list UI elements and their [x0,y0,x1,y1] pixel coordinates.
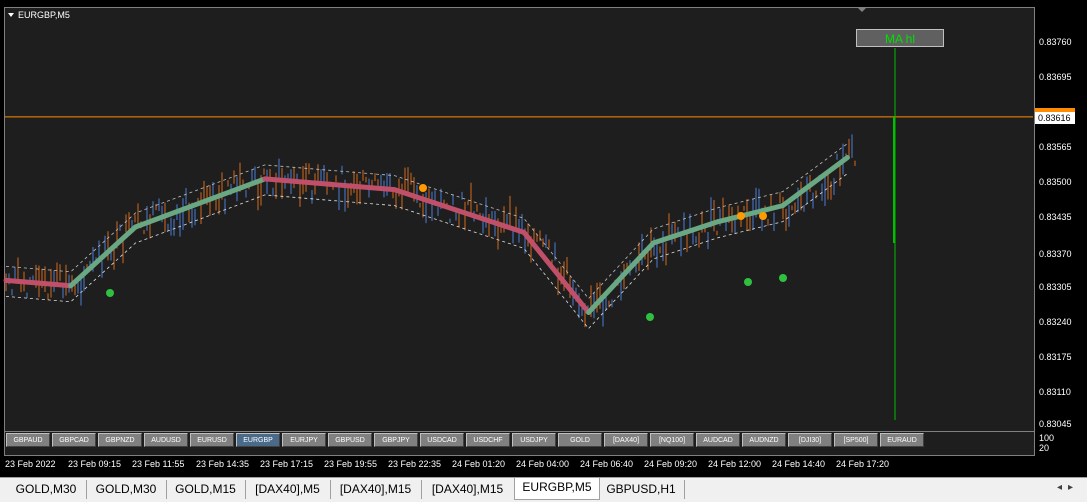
time-tick-label: 23 Feb 09:15 [68,459,122,469]
price-tick-label: 0.83110 [1039,387,1071,397]
signal-dot [646,313,654,321]
symbol-button-nq100[interactable]: [NQ100] [650,433,694,447]
time-tick-label: 24 Feb 01:20 [452,459,506,469]
tab--dax40--m15[interactable]: [DAX40],M15 [330,480,422,499]
time-tick-label: 24 Feb 14:40 [772,459,826,469]
time-tick-label: 24 Feb 17:20 [836,459,890,469]
price-tick-label: 0.83760 [1039,37,1072,47]
price-tick-label: 0.83175 [1039,352,1072,362]
symbol-button-usdchf[interactable]: USDCHF [466,433,510,447]
time-tick-label: 23 Feb 14:35 [196,459,250,469]
chart-tabs-bar: ◂▸ GOLD,M30 GOLD,M30 GOLD,M15 [DAX40],M5 [DA… [0,477,1087,502]
tab-gbpusd-h1[interactable]: GBPUSD,H1 [598,480,685,499]
ma-line-segment [68,224,138,289]
symbol-button-sp500[interactable]: [SP500] [834,433,878,447]
shift-triangle-icon [858,8,866,12]
symbol-button-audnzd[interactable]: AUDNZD [742,433,786,447]
ma-indicator-label[interactable]: MA hl [856,29,944,47]
lower-envelope-line [5,173,848,330]
ma-line-segment [262,176,333,187]
time-tick-label: 23 Feb 19:55 [324,459,378,469]
price-tick-label: 0.83565 [1039,142,1072,152]
price-tick-label: 0.83370 [1039,249,1072,259]
ma-line-segment [3,277,74,289]
tab-gold-m30[interactable]: GOLD,M30 [6,480,87,499]
symbol-button-gbpnzd[interactable]: GBPNZD [98,433,142,447]
price-tick-label: 0.83435 [1039,212,1072,222]
time-tick-label: 23 Feb 11:55 [132,459,185,469]
collapse-triangle-icon[interactable] [8,13,14,17]
chart-title: EURGBP,M5 [8,10,70,20]
signal-dot [779,274,787,282]
price-tick-label: 0.83305 [1039,282,1072,292]
symbol-button-gbpcad[interactable]: GBPCAD [52,433,96,447]
tab-eurgbp-m5[interactable]: EURGBP,M5 [514,478,600,500]
ma-line-segment [391,187,462,214]
symbol-button-usdcad[interactable]: USDCAD [420,433,464,447]
time-tick-label: 24 Feb 12:00 [708,459,762,469]
time-tick-label: 23 Feb 17:15 [260,459,314,469]
tab--dax40--m5[interactable]: [DAX40],M5 [245,480,331,499]
ma-line-segment [456,208,527,235]
symbol-button-eurusd[interactable]: EURUSD [190,433,234,447]
time-tick-label: 24 Feb 09:20 [644,459,698,469]
symbol-button-usdjpy[interactable]: USDJPY [512,433,556,447]
tab-gold-m15[interactable]: GOLD,M15 [166,480,246,499]
time-tick-label: 23 Feb 2022 [5,459,56,469]
symbol-button-gbpusd[interactable]: GBPUSD [328,433,372,447]
signal-dot [759,212,767,220]
symbol-button-gbpaud[interactable]: GBPAUD [6,433,50,447]
tab-scroll-arrows-icon[interactable]: ◂▸ [1057,482,1079,493]
ma-line-segment [132,200,203,230]
signal-dot [106,289,114,297]
symbol-button-dji30[interactable]: [DJI30] [788,433,832,447]
sub-scale-bottom: 20 [1039,443,1050,453]
symbol-button-dax40[interactable]: [DAX40] [604,433,648,447]
price-tick-label: 0.83045 [1039,419,1072,429]
price-tick-label: 0.83500 [1039,177,1072,187]
symbol-button-eurjpy[interactable]: EURJPY [282,433,326,447]
sub-scale-top: 100 [1039,433,1055,443]
time-tick-label: 24 Feb 06:40 [580,459,634,469]
symbol-button-audcad[interactable]: AUDCAD [696,433,740,447]
ma-line-segment [521,229,592,315]
signal-dot [744,278,752,286]
chart-title-label: EURGBP,M5 [18,10,70,20]
ma-line-segment [780,155,850,209]
symbol-button-gold[interactable]: GOLD [558,433,602,447]
price-tick-label: 0.83695 [1039,72,1072,82]
symbol-button-euraud[interactable]: EURAUD [880,433,924,447]
price-tick-label: 0.83240 [1039,317,1072,327]
symbol-button-gbpjpy[interactable]: GBPJPY [374,433,418,447]
ma-line-segment [586,240,656,315]
tab--dax40--m15[interactable]: [DAX40],M15 [421,480,515,499]
signal-dot [737,212,745,220]
time-tick-label: 23 Feb 22:35 [388,459,442,469]
tab-gold-m30[interactable]: GOLD,M30 [86,480,167,499]
signal-dot [419,184,427,192]
price-chart-svg [3,8,1033,420]
symbol-button-audusd[interactable]: AUDUSD [144,433,188,447]
current-price-label: 0.83616 [1035,112,1075,124]
time-tick-label: 24 Feb 04:00 [516,459,570,469]
symbol-button-eurgbp[interactable]: EURGBP [236,433,280,447]
